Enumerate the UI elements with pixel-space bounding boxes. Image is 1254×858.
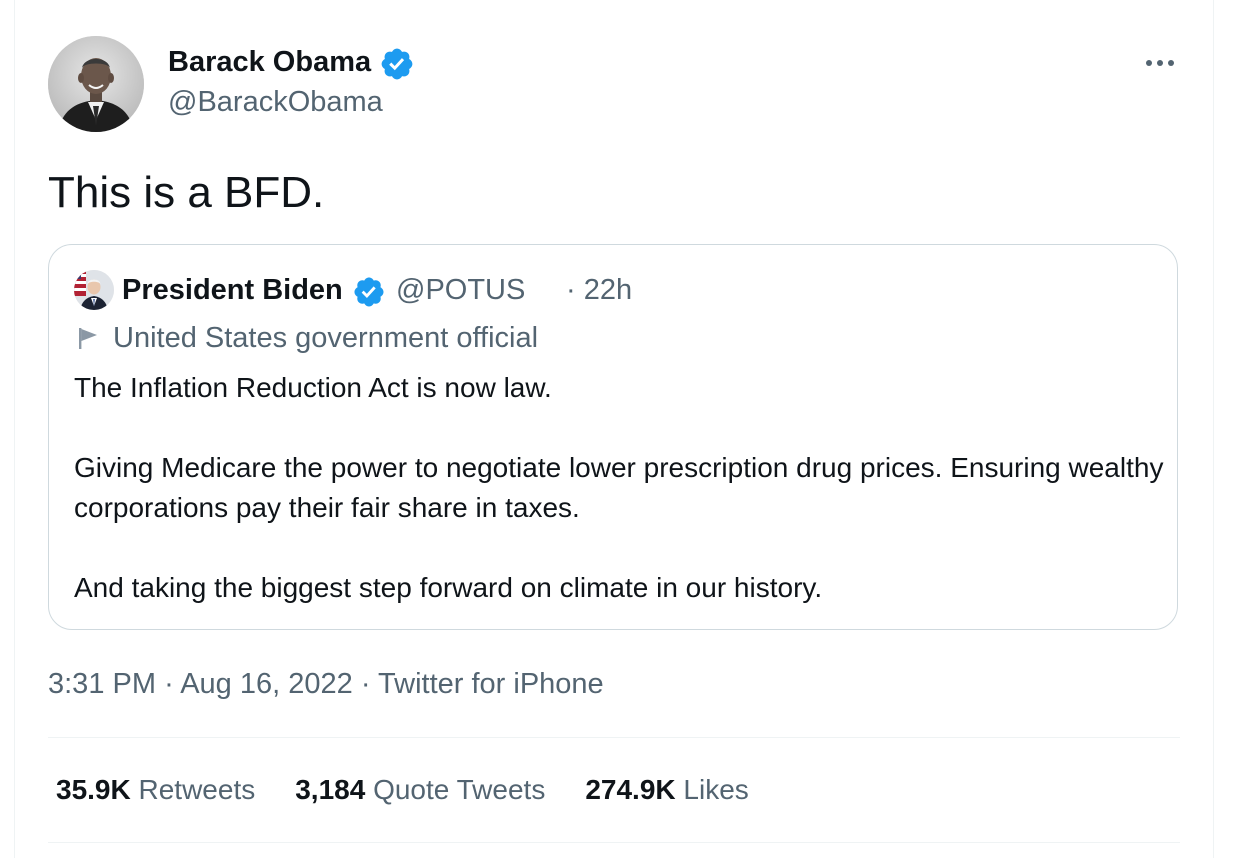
tweet-time[interactable]: 3:31 PM [48, 668, 156, 700]
likes-label: Likes [683, 774, 749, 805]
author-display-name[interactable]: Barack Obama [168, 44, 371, 80]
author-avatar[interactable] [48, 36, 144, 132]
divider [48, 842, 1180, 843]
quoted-tweet-body: The Inflation Reduction Act is now law. … [74, 368, 1164, 608]
quoted-handle[interactable]: @POTUS [396, 272, 525, 308]
quoted-avatar-image [74, 270, 114, 310]
meta-separator: · [164, 668, 174, 700]
quoted-display-name[interactable]: President Biden [122, 272, 343, 308]
government-label[interactable]: United States government official [113, 320, 538, 356]
meta-separator: · [360, 668, 371, 700]
retweets-count: 35.9K [56, 774, 131, 805]
retweets-label: Retweets [138, 774, 256, 805]
tweet-source[interactable]: Twitter for iPhone [378, 668, 604, 700]
quoted-author-avatar[interactable] [74, 270, 114, 310]
author-avatar-image [48, 36, 144, 132]
likes-count: 274.9K [585, 774, 676, 805]
more-options-icon[interactable] [1140, 52, 1180, 74]
likes-stat[interactable]: 274.9K Likes [585, 772, 748, 808]
tweet-meta: 3:31 PM · Aug 16, 2022 · Twitter for iPh… [48, 666, 604, 702]
tweet-date[interactable]: Aug 16, 2022 [180, 668, 353, 700]
quote-tweets-count: 3,184 [295, 774, 366, 805]
author-handle[interactable]: @BarackObama [168, 84, 383, 120]
quoted-paragraph: And taking the biggest step forward on c… [74, 572, 823, 603]
quote-tweets-label: Quote Tweets [373, 774, 546, 805]
government-flag-icon [79, 328, 97, 349]
divider [48, 737, 1180, 738]
quote-tweets-stat[interactable]: 3,184 Quote Tweets [295, 772, 545, 808]
quoted-timestamp[interactable]: · 22h [566, 272, 632, 308]
quoted-verified-badge-icon [354, 277, 384, 307]
quoted-paragraph: Giving Medicare the power to negotiate l… [74, 452, 1164, 523]
verified-badge-icon [381, 48, 413, 80]
engagement-stats: 35.9K Retweets 3,184 Quote Tweets 274.9K… [56, 772, 749, 808]
tweet-text: This is a BFD. [48, 168, 325, 217]
retweets-stat[interactable]: 35.9K Retweets [56, 772, 255, 808]
quoted-paragraph: The Inflation Reduction Act is now law. [74, 372, 552, 403]
